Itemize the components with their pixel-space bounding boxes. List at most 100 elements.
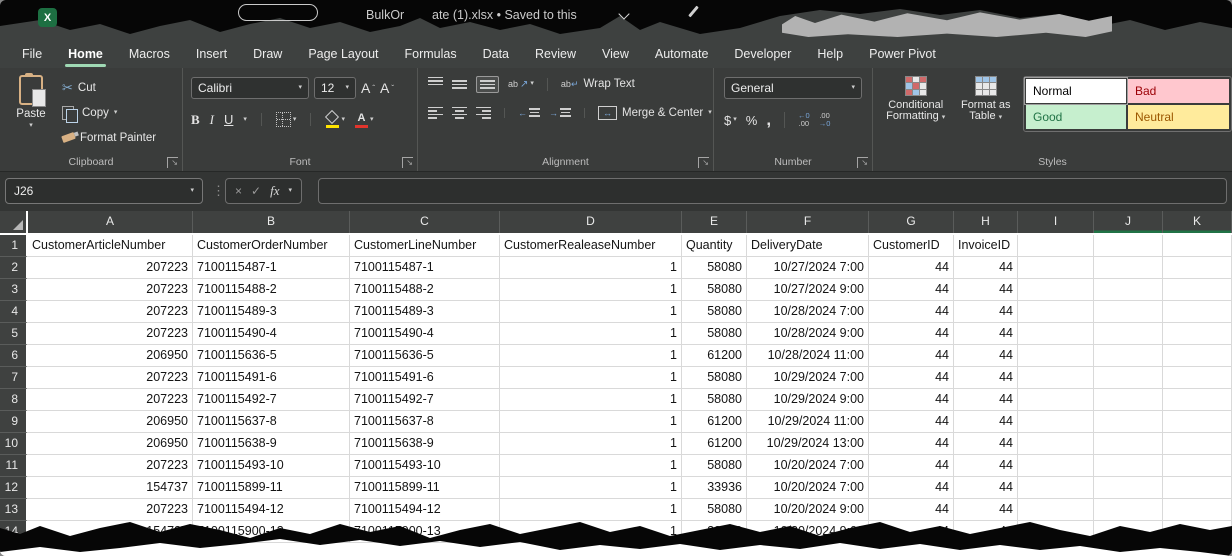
cell-G13[interactable]: 44 [869,499,954,521]
font-name-select[interactable]: Calibri▾ [191,77,309,99]
row-header-9[interactable]: 9 [0,411,28,433]
name-box[interactable]: J26▾ [5,178,203,204]
cell-I1[interactable] [1018,235,1094,257]
style-bad[interactable]: Bad [1128,79,1229,103]
cell-E5[interactable]: 58080 [682,323,747,345]
cell-B7[interactable]: 7100115491-6 [193,367,350,389]
cell-I14[interactable] [1018,521,1094,543]
cell-E1[interactable]: Quantity [682,235,747,257]
cell-B10[interactable]: 7100115638-9 [193,433,350,455]
cell-A3[interactable]: 207223 [28,279,193,301]
cell-I5[interactable] [1018,323,1094,345]
cell-D2[interactable]: 1 [500,257,682,279]
cell-E3[interactable]: 58080 [682,279,747,301]
cell-E4[interactable]: 58080 [682,301,747,323]
cell-I8[interactable] [1018,389,1094,411]
row-header-5[interactable]: 5 [0,323,28,345]
cell-C6[interactable]: 7100115636-5 [350,345,500,367]
style-normal[interactable]: Normal [1026,79,1126,103]
cell-D14[interactable]: 1 [500,521,682,543]
style-neutral[interactable]: Neutral [1128,105,1229,129]
cell-H7[interactable]: 44 [954,367,1018,389]
cancel-button[interactable]: × [235,184,242,198]
underline-button[interactable]: U [224,112,233,127]
cell-F7[interactable]: 10/29/2024 7:00 [747,367,869,389]
column-header-A[interactable]: A [28,211,193,233]
cell-E6[interactable]: 61200 [682,345,747,367]
cell-J13[interactable] [1094,499,1163,521]
cell-D8[interactable]: 1 [500,389,682,411]
column-header-C[interactable]: C [350,211,500,233]
cell-I4[interactable] [1018,301,1094,323]
cell-G4[interactable]: 44 [869,301,954,323]
fill-color-button[interactable]: ▾ [325,111,345,128]
conditional-formatting-button[interactable]: Conditional Formatting ▾ [883,76,948,122]
cell-H11[interactable]: 44 [954,455,1018,477]
cell-B4[interactable]: 7100115489-3 [193,301,350,323]
cell-I10[interactable] [1018,433,1094,455]
cell-G12[interactable]: 44 [869,477,954,499]
cell-B12[interactable]: 7100115899-11 [193,477,350,499]
cell-E13[interactable]: 58080 [682,499,747,521]
row-header-6[interactable]: 6 [0,345,28,367]
cell-E14[interactable]: 33936 [682,521,747,543]
cell-C12[interactable]: 7100115899-11 [350,477,500,499]
cell-G8[interactable]: 44 [869,389,954,411]
cell-E8[interactable]: 58080 [682,389,747,411]
decrease-indent-button[interactable]: ← [518,108,540,118]
cell-K6[interactable] [1163,345,1232,367]
row-header-10[interactable]: 10 [0,433,28,455]
cell-K10[interactable] [1163,433,1232,455]
cell-F2[interactable]: 10/27/2024 7:00 [747,257,869,279]
cell-D1[interactable]: CustomerRealeaseNumber [500,235,682,257]
underline-options-chevron[interactable]: ▾ [243,117,247,123]
percent-style-button[interactable]: % [746,113,758,128]
cell-J8[interactable] [1094,389,1163,411]
cell-E11[interactable]: 58080 [682,455,747,477]
cell-A1[interactable]: CustomerArticleNumber [28,235,193,257]
column-header-I[interactable]: I [1018,211,1094,233]
cell-B11[interactable]: 7100115493-10 [193,455,350,477]
formula-input[interactable] [318,178,1227,204]
cell-D5[interactable]: 1 [500,323,682,345]
cell-A13[interactable]: 207223 [28,499,193,521]
cell-B13[interactable]: 7100115494-12 [193,499,350,521]
tab-formulas[interactable]: Formulas [392,40,470,68]
cell-K4[interactable] [1163,301,1232,323]
merge-center-button[interactable]: ↔Merge & Center▾ [598,106,712,120]
tab-data[interactable]: Data [470,40,522,68]
cell-I9[interactable] [1018,411,1094,433]
column-header-H[interactable]: H [954,211,1018,233]
cell-C7[interactable]: 7100115491-6 [350,367,500,389]
cell-B8[interactable]: 7100115492-7 [193,389,350,411]
cell-D3[interactable]: 1 [500,279,682,301]
cell-D6[interactable]: 1 [500,345,682,367]
cell-K9[interactable] [1163,411,1232,433]
cell-E12[interactable]: 33936 [682,477,747,499]
row-header-4[interactable]: 4 [0,301,28,323]
cell-F10[interactable]: 10/29/2024 13:00 [747,433,869,455]
tab-power-pivot[interactable]: Power Pivot [856,40,949,68]
tab-developer[interactable]: Developer [721,40,804,68]
cell-K13[interactable] [1163,499,1232,521]
italic-button[interactable]: I [210,112,214,128]
orientation-button[interactable]: ab↗▾ [508,79,534,90]
cell-K8[interactable] [1163,389,1232,411]
cell-D13[interactable]: 1 [500,499,682,521]
cell-H9[interactable]: 44 [954,411,1018,433]
column-header-J[interactable]: J [1094,211,1163,233]
cut-button[interactable]: ✂ Cut [62,75,156,100]
cell-G7[interactable]: 44 [869,367,954,389]
cell-C13[interactable]: 7100115494-12 [350,499,500,521]
cell-E7[interactable]: 58080 [682,367,747,389]
wrap-text-button[interactable]: ab↵Wrap Text [561,78,635,90]
cell-K3[interactable] [1163,279,1232,301]
cell-F13[interactable]: 10/20/2024 9:00 [747,499,869,521]
tab-macros[interactable]: Macros [116,40,183,68]
column-header-G[interactable]: G [869,211,954,233]
accounting-format-button[interactable]: $▾ [724,113,737,128]
cell-G10[interactable]: 44 [869,433,954,455]
cell-K14[interactable] [1163,521,1232,543]
cell-G2[interactable]: 44 [869,257,954,279]
cell-B1[interactable]: CustomerOrderNumber [193,235,350,257]
